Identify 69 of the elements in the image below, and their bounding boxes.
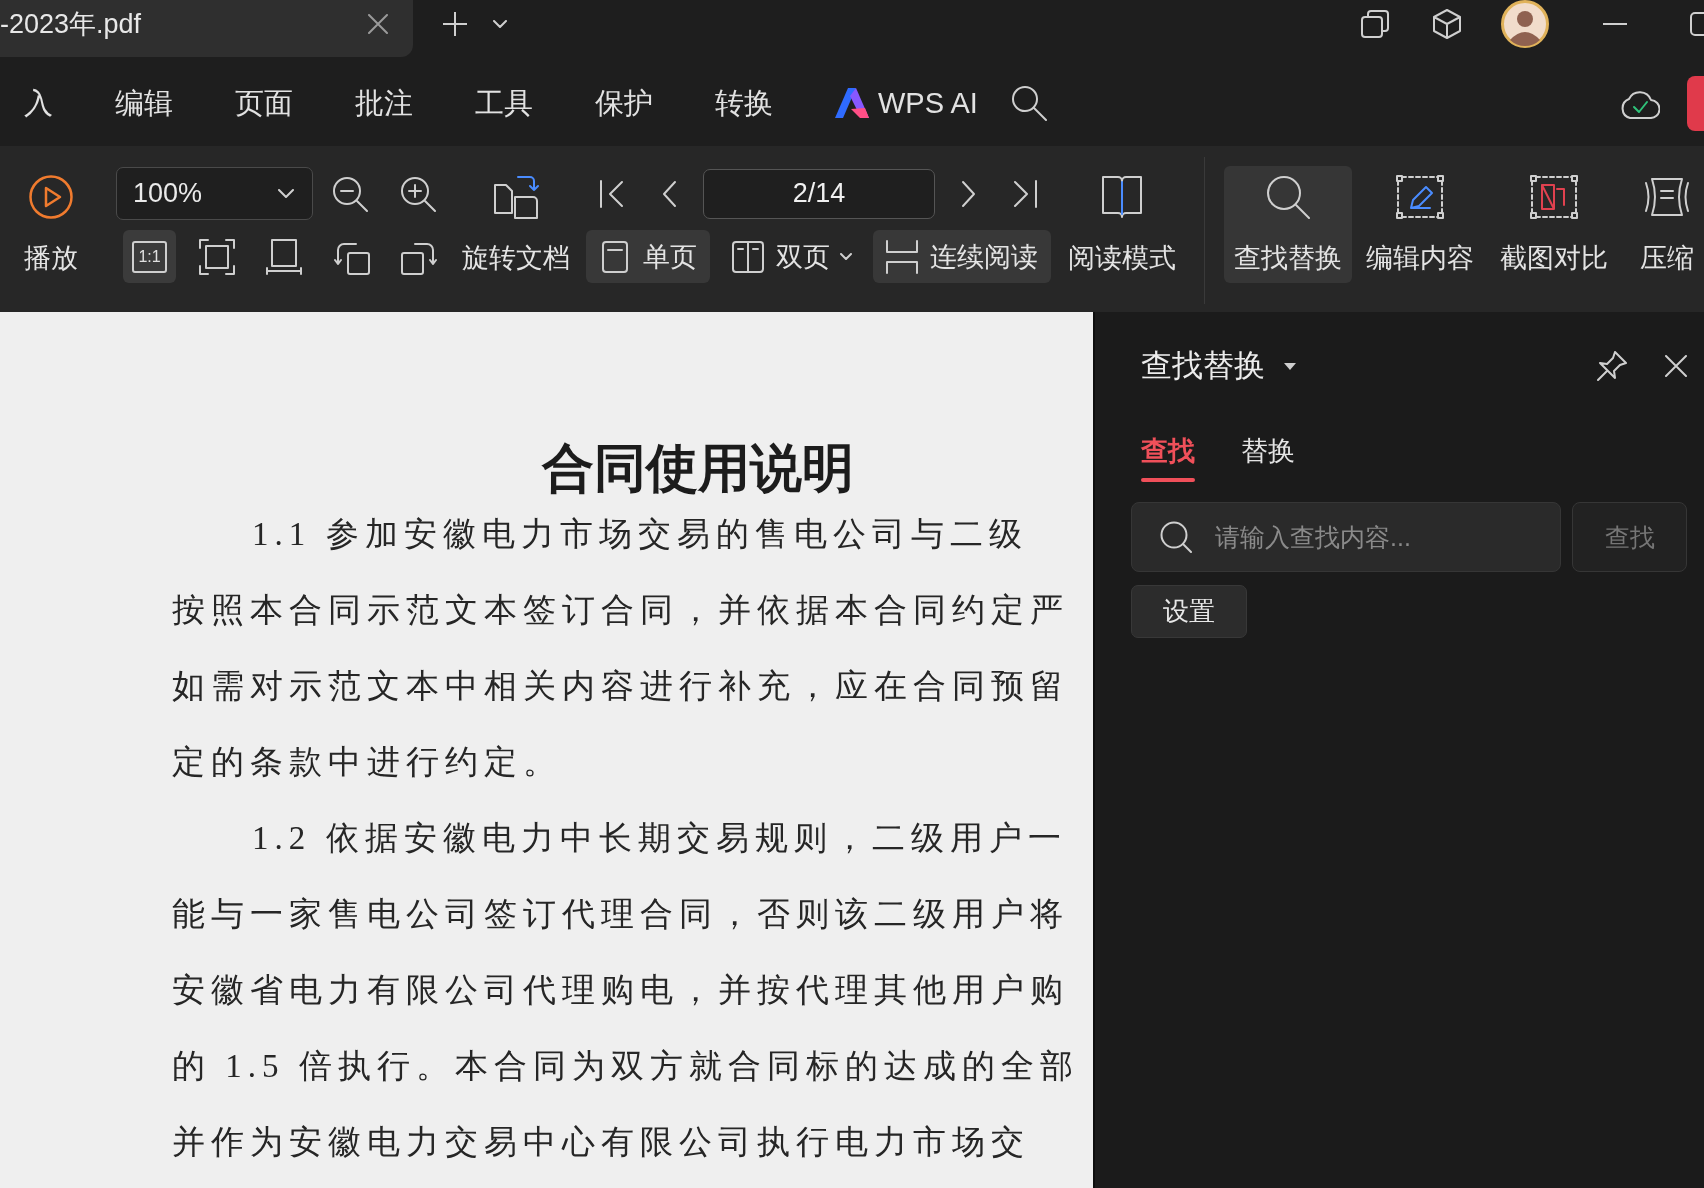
search-icon: [1266, 175, 1310, 219]
play-button[interactable]: 播放: [24, 167, 78, 276]
last-page-icon[interactable]: [1011, 178, 1039, 209]
panel-tab[interactable]: 查找: [1141, 432, 1195, 482]
single-page-icon: [602, 240, 628, 273]
ribbon-tab[interactable]: 编辑: [115, 83, 173, 123]
compare-frame-icon: [1530, 175, 1578, 219]
ribbon-tab[interactable]: 保护: [595, 83, 653, 123]
search-field[interactable]: 请输入查找内容...: [1131, 502, 1561, 572]
text-line: 安徽省电力有限公司代理购电，并按代理其他用户购: [172, 971, 1069, 1010]
document-title: 合同使用说明: [542, 440, 854, 496]
plus-icon[interactable]: [443, 12, 467, 36]
fit-width-icon: [265, 238, 302, 275]
actual-size-button[interactable]: 1:1: [123, 230, 176, 283]
zoom-in-icon[interactable]: [400, 175, 436, 212]
cube-icon[interactable]: [1432, 9, 1462, 39]
text-line: 按照本合同示范文本签订合同，并依据本合同约定严: [172, 591, 1069, 630]
panel-title-dropdown[interactable]: 查找替换: [1141, 345, 1296, 387]
caret-icon: [840, 253, 852, 260]
ribbon-tab[interactable]: 入: [24, 83, 53, 123]
page-number-field[interactable]: 2/14: [703, 168, 935, 219]
search-icon[interactable]: [1010, 85, 1047, 121]
read-mode-button[interactable]: 阅读模式: [1068, 167, 1176, 276]
rotate-document-button[interactable]: 旋转文档: [462, 167, 570, 276]
pencil-frame-icon: [1396, 175, 1444, 219]
screenshot-compare-button[interactable]: 截图对比: [1490, 166, 1618, 283]
ai-logo-icon: [835, 88, 869, 118]
zoom-dropdown[interactable]: 100%: [116, 167, 313, 220]
text-line: 1.2 依据安徽电力中长期交易规则，二级用户一: [252, 819, 1067, 858]
zoom-out-icon[interactable]: [332, 175, 368, 212]
panel-tab[interactable]: 替换: [1241, 432, 1295, 482]
ribbon-tab[interactable]: 页面: [235, 83, 293, 123]
maximize-icon[interactable]: [1690, 12, 1704, 36]
document-tab[interactable]: -2023年.pdf: [0, 0, 413, 57]
text-line: 能与一家售电公司签订代理合同，否则该二级用户将: [172, 895, 1069, 934]
text-line: 定的条款中进行约定。: [172, 743, 562, 782]
fit-page-icon: [198, 238, 235, 275]
pin-icon[interactable]: [1597, 351, 1627, 381]
single-page-button[interactable]: 单页: [586, 230, 710, 283]
close-icon[interactable]: [368, 14, 388, 34]
stacked-windows-icon[interactable]: [1361, 10, 1389, 38]
continuous-pages-icon: [886, 239, 918, 274]
text-line: 1.1 参加安徽电力市场交易的售电公司与二级: [252, 515, 1028, 554]
book-icon: [1102, 176, 1142, 218]
find-replace-button[interactable]: 查找替换: [1224, 166, 1352, 283]
search-icon: [1160, 521, 1192, 553]
compress-icon: [1643, 175, 1691, 219]
action-button[interactable]: [1687, 75, 1704, 131]
caret-icon: [278, 189, 294, 198]
ribbon-tab[interactable]: WPS AI: [835, 83, 978, 123]
edit-content-button[interactable]: 编辑内容: [1356, 166, 1484, 283]
ribbon-tab[interactable]: 转换: [715, 83, 773, 123]
continuous-read-button[interactable]: 连续阅读: [873, 230, 1051, 283]
ribbon-tab[interactable]: 工具: [475, 83, 533, 123]
ribbon-tab[interactable]: 批注: [355, 83, 413, 123]
double-page-button[interactable]: 双页: [728, 230, 853, 283]
settings-button[interactable]: 设置: [1131, 585, 1247, 638]
caret-icon[interactable]: [493, 20, 507, 28]
avatar-icon[interactable]: [1501, 0, 1549, 48]
text-line: 的 1.5 倍执行。本合同为双方就合同标的达成的全部: [172, 1047, 1079, 1086]
close-icon[interactable]: [1665, 355, 1687, 377]
text-line: 如需对示范文本中相关内容进行补充，应在合同预留: [172, 667, 1069, 706]
rotate-pages-icon: [493, 175, 539, 219]
compress-button[interactable]: 压缩: [1630, 166, 1704, 283]
first-page-icon[interactable]: [598, 178, 626, 209]
caret-icon: [1284, 362, 1296, 370]
play-icon: [29, 175, 73, 219]
two-page-icon: [732, 240, 764, 273]
text-line: 并作为安徽电力交易中心有限公司执行电力市场交: [172, 1123, 1030, 1162]
